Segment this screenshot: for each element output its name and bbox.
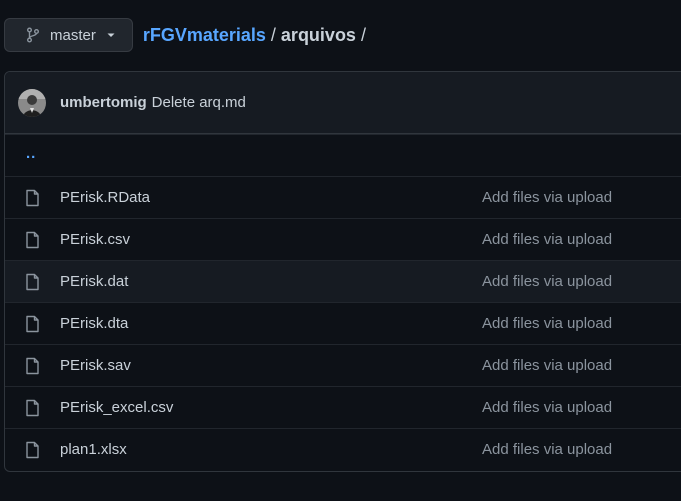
breadcrumb-repo-link[interactable]: rFGVmaterials (143, 25, 266, 46)
file-name-link[interactable]: PErisk.dta (60, 315, 128, 332)
file-name-link[interactable]: plan1.xlsx (60, 441, 127, 458)
file-commit-message-link[interactable]: Add files via upload (482, 357, 612, 374)
branch-label: master (50, 26, 96, 44)
file-commit-message-link[interactable]: Add files via upload (482, 231, 612, 248)
commit-message-link[interactable]: Delete arq.md (152, 94, 246, 111)
table-row[interactable]: PErisk.dta Add files via upload (5, 302, 681, 344)
breadcrumb-separator: / (360, 24, 366, 45)
commit-author-link[interactable]: umbertomig (60, 94, 147, 111)
file-icon (26, 357, 39, 375)
table-row[interactable]: plan1.xlsx Add files via upload (5, 428, 681, 470)
file-name-link[interactable]: PErisk.csv (60, 231, 130, 248)
parent-directory-row[interactable]: .. (5, 134, 681, 176)
file-icon (26, 231, 39, 249)
table-row[interactable]: PErisk.sav Add files via upload (5, 344, 681, 386)
file-name-link[interactable]: PErisk.RData (60, 189, 150, 206)
breadcrumb-separator: / (270, 24, 276, 45)
table-row[interactable]: PErisk.csv Add files via upload (5, 218, 681, 260)
file-list-panel: umbertomig Delete arq.md .. PErisk.RData… (4, 71, 681, 472)
file-icon (26, 315, 39, 333)
file-commit-message-link[interactable]: Add files via upload (482, 441, 612, 458)
file-name-link[interactable]: PErisk.dat (60, 273, 128, 290)
file-name-link[interactable]: PErisk.sav (60, 357, 131, 374)
breadcrumb-current-dir: arquivos (280, 24, 356, 45)
repo-header: master rFGVmaterials / arquivos / (4, 17, 371, 53)
table-row[interactable]: PErisk_excel.csv Add files via upload (5, 386, 681, 428)
file-name-link[interactable]: PErisk_excel.csv (60, 399, 173, 416)
parent-directory-link[interactable]: .. (5, 145, 36, 162)
file-icon (26, 399, 39, 417)
table-row[interactable]: PErisk.dat Add files via upload (5, 260, 681, 302)
file-commit-message-link[interactable]: Add files via upload (482, 273, 612, 290)
branch-select-button[interactable]: master (4, 18, 133, 52)
latest-commit-bar: umbertomig Delete arq.md (5, 72, 681, 134)
file-icon (26, 189, 39, 207)
file-icon (26, 441, 39, 459)
breadcrumb: rFGVmaterials / arquivos / (143, 25, 371, 46)
file-commit-message-link[interactable]: Add files via upload (482, 189, 612, 206)
git-branch-icon (27, 27, 39, 43)
file-commit-message-link[interactable]: Add files via upload (482, 399, 612, 416)
table-row[interactable]: PErisk.RData Add files via upload (5, 176, 681, 218)
avatar[interactable] (18, 88, 46, 117)
chevron-down-icon (107, 33, 115, 37)
file-commit-message-link[interactable]: Add files via upload (482, 315, 612, 332)
file-icon (26, 273, 39, 291)
